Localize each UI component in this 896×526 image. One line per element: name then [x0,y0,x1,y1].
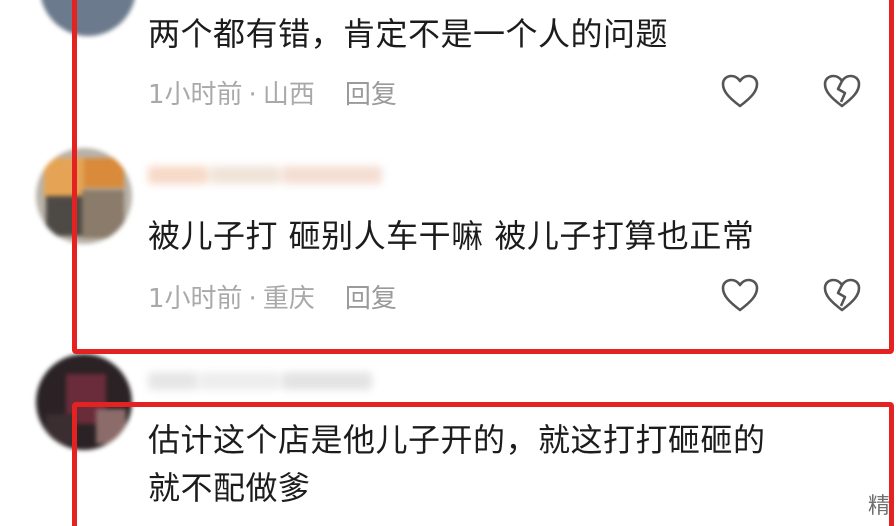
highlight-box-2 [72,402,894,526]
comment-screen: 两个都有错，肯定不是一个人的问题 1小时前 · 山西 回复 被儿子打 砸别人车干嘛 被… [0,0,896,526]
corner-watermark: 精 [867,494,890,519]
username-comment-3[interactable] [148,368,388,394]
highlight-box-1 [72,0,894,354]
